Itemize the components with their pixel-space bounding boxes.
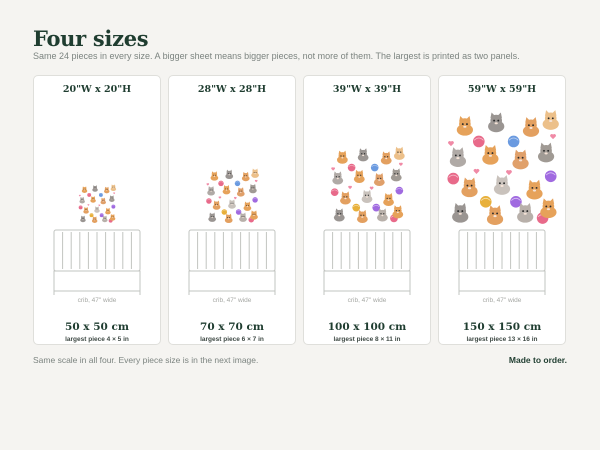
kitten-decal-artwork [447,110,559,225]
crib-outline [458,229,546,296]
crib-outline [323,229,411,296]
made-to-order-note: Made to order. [508,355,567,365]
decal-sheet-preview [77,184,117,223]
crib-outline [188,229,276,296]
crib-drawing [458,229,546,295]
scale-footnote: Same scale in all four. Every piece size… [33,355,259,365]
kitten-decal-artwork [330,146,405,223]
card-size-inches: 20"W x 20"H [62,84,132,95]
card-size-inches: 39"W x 39"H [332,84,402,95]
crib-drawing [188,229,276,295]
card-size-cm: 150 x 150 cm [462,321,542,333]
card-largest-piece: largest piece 4 × 5 in [65,336,129,343]
card-size-inches: 28"W x 28"H [197,84,267,95]
size-card-100cm[interactable]: 39"W x 39"H crib, 47" wide 100 x 100 cm … [303,75,431,345]
crib-drawing [53,229,141,295]
card-size-inches: 59"W x 59"H [467,84,537,95]
crib-scale-label: crib, 47" wide [77,297,117,304]
card-largest-piece: largest piece 13 × 16 in [466,336,538,343]
page-subtitle: Same 24 pieces in every size. A bigger s… [33,51,520,61]
crib-drawing [323,229,411,295]
size-card-70cm[interactable]: 28"W x 28"H crib, 47" wide 70 x 70 cm la… [168,75,296,345]
crib-scale-label: crib, 47" wide [482,297,522,304]
crib-scale-label: crib, 47" wide [212,297,252,304]
size-card-50cm[interactable]: 20"W x 20"H crib, 47" wide 50 x 50 cm la… [33,75,161,345]
size-card-150cm[interactable]: 59"W x 59"H crib, 47" wide 150 x 150 cm … [438,75,566,345]
decal-sheet-preview [328,146,406,223]
card-size-cm: 100 x 100 cm [327,321,407,333]
size-cards: 20"W x 20"H crib, 47" wide 50 x 50 cm la… [33,75,567,345]
kitten-decal-artwork [206,168,259,223]
decal-sheet-preview [204,168,260,223]
card-largest-piece: largest piece 8 × 11 in [333,336,401,343]
crib-outline [53,229,141,296]
card-size-cm: 70 x 70 cm [200,321,264,333]
crib-scale-label: crib, 47" wide [347,297,387,304]
card-size-cm: 50 x 50 cm [65,321,129,333]
kitten-decal-artwork [78,184,117,223]
decal-sheet-preview [444,109,560,225]
card-largest-piece: largest piece 6 × 7 in [200,336,264,343]
page-title: Four sizes [33,26,149,51]
